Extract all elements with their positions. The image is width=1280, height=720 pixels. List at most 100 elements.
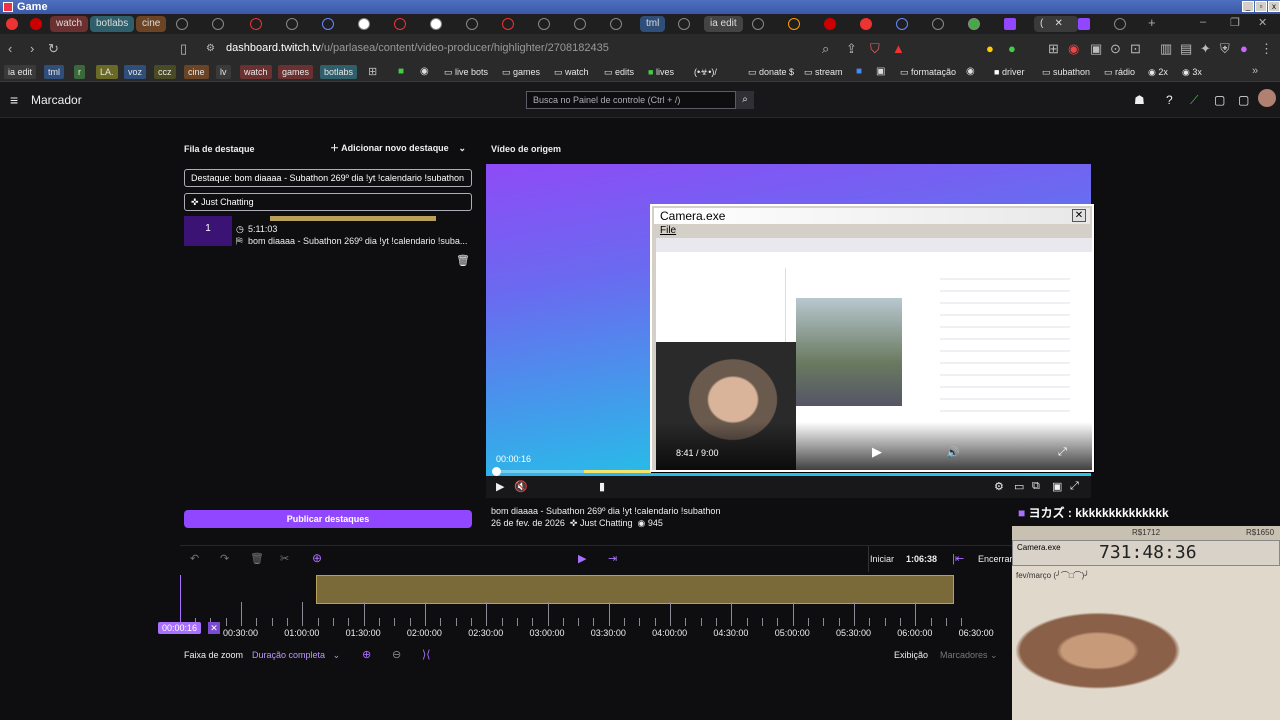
tab-cine[interactable]: cine	[136, 16, 167, 32]
wallet-icon[interactable]: ▤	[1180, 41, 1192, 57]
tab-watch[interactable]: watch	[50, 16, 89, 32]
bookmark-3x[interactable]: ◉ 3x	[1178, 65, 1206, 79]
timeline-play-icon[interactable]: ▶	[578, 552, 586, 565]
tab-favicon-icon[interactable]	[6, 18, 18, 30]
tab-icon[interactable]	[574, 18, 586, 30]
add-clip-icon[interactable]: ⊕	[312, 551, 322, 565]
theatre-mode-icon[interactable]: ▭	[1014, 480, 1024, 493]
url-field[interactable]: dashboard.twitch.tv/u/parlasea/content/v…	[226, 38, 846, 58]
vpn-icon[interactable]: ⛨	[1220, 41, 1230, 57]
delete-icon[interactable]: 🗑	[250, 552, 264, 565]
bookmark-cine[interactable]: cine	[184, 65, 209, 79]
sidebar-icon[interactable]: ▥	[1160, 41, 1172, 57]
maximize-button[interactable]: ▫	[1255, 1, 1267, 12]
clip-icon[interactable]: ▮	[599, 480, 605, 493]
zoom-out-icon[interactable]: ⊖	[392, 648, 401, 661]
tab-icon[interactable]	[176, 18, 188, 30]
tab-icon[interactable]	[358, 18, 370, 30]
tab-icon[interactable]	[286, 18, 298, 30]
zoom-in-icon[interactable]: ⊕	[362, 648, 371, 661]
bookmark-donate[interactable]: ▭ donate $	[744, 65, 798, 79]
tab-icon[interactable]	[932, 18, 944, 30]
bookmark-botlabs[interactable]: botlabs	[320, 65, 358, 79]
hamburger-menu-icon[interactable]: ≡	[10, 92, 18, 108]
tab-icon[interactable]	[538, 18, 550, 30]
redo-icon[interactable]: ↷	[220, 552, 229, 565]
tab-icon[interactable]	[678, 18, 690, 30]
add-highlight-button[interactable]: ＋ Adicionar novo destaque ⌄	[324, 138, 472, 158]
tab-icon[interactable]	[250, 18, 262, 30]
tab-icon[interactable]	[896, 18, 908, 30]
youtube-tab-icon[interactable]	[30, 18, 42, 30]
share-icon[interactable]: ⇪	[846, 41, 857, 57]
tab-icon[interactable]	[788, 18, 800, 30]
more-bookmarks-icon[interactable]: »	[1252, 65, 1258, 77]
avatar[interactable]	[1258, 89, 1276, 107]
skip-to-end-icon[interactable]: ⇥	[608, 552, 617, 565]
leo-icon[interactable]: ●	[1240, 41, 1248, 56]
notifications-icon[interactable]: ▢	[1214, 93, 1225, 107]
bookmark-icon[interactable]: ▯	[180, 41, 187, 57]
community-icon[interactable]: ☗	[1134, 93, 1145, 107]
tab-icon[interactable]	[466, 18, 478, 30]
bookmark-games[interactable]: games	[278, 65, 314, 79]
twitch-tab-icon[interactable]	[1004, 18, 1016, 30]
menu-icon[interactable]: ⋮	[1260, 41, 1273, 57]
twitch-tab-icon[interactable]	[1078, 18, 1090, 30]
bookmark-watch-folder[interactable]: ▭ watch	[550, 65, 593, 79]
tab-icon[interactable]	[752, 18, 764, 30]
bookmark-lv[interactable]: lv	[216, 65, 231, 79]
site-info-icon[interactable]: ⚙	[206, 43, 215, 54]
playhead-time[interactable]: 00:00:16	[158, 622, 202, 634]
highlight-item[interactable]: 1 ◷ 5:11:03 ⛿ bom diaaaa - Subathon 269º…	[184, 216, 472, 246]
minimize-button[interactable]: _	[1242, 1, 1254, 12]
bookmark-lives[interactable]: ■ lives	[644, 65, 678, 79]
close-window-button[interactable]: x	[1268, 1, 1280, 12]
settings-icon[interactable]: ⚙	[994, 480, 1004, 493]
minimize-icon[interactable]: –	[1200, 16, 1206, 28]
play-icon[interactable]: ▶	[496, 480, 504, 493]
set-start-icon[interactable]: |⇤	[952, 552, 964, 565]
bookmark-subathon[interactable]: ▭ subathon	[1038, 65, 1094, 79]
bookmark-radio[interactable]: ▭ rádio	[1100, 65, 1139, 79]
publish-highlights-button[interactable]: Publicar destaques	[184, 510, 472, 528]
dashboard-search-input[interactable]: Busca no Painel de controle (Ctrl + /)	[526, 91, 736, 109]
bookmark-watch[interactable]: watch	[240, 65, 272, 79]
new-tab-icon[interactable]: +	[1148, 15, 1156, 30]
bookmark-la[interactable]: LA.	[96, 65, 118, 79]
forward-icon[interactable]: ›	[30, 41, 34, 56]
scissors-icon[interactable]: ✂	[280, 552, 289, 565]
bookmark-r[interactable]: r	[74, 65, 85, 79]
bookmark-driver[interactable]: ■ driver	[990, 65, 1028, 79]
bookmark-ia-edit[interactable]: ia edit	[4, 65, 37, 79]
extension-icon[interactable]: ⊙	[1110, 41, 1121, 57]
playhead-marker-icon[interactable]: ✕	[208, 622, 220, 634]
bookmark-voz[interactable]: voz	[124, 65, 147, 79]
search-icon[interactable]: ⌕	[736, 91, 754, 109]
mute-icon[interactable]: 🔇	[514, 480, 528, 493]
extension-icon[interactable]: ◉	[1068, 41, 1079, 57]
extension-icon[interactable]: ●	[1008, 41, 1016, 56]
trash-icon[interactable]: 🗑	[456, 254, 470, 267]
bookmark-icon[interactable]: ◉	[420, 66, 429, 77]
tab-icon[interactable]	[430, 18, 442, 30]
bookmark-icon[interactable]: ◉	[966, 66, 975, 77]
tab-icon[interactable]	[968, 18, 980, 30]
bookmark-tml[interactable]: tml	[44, 65, 64, 79]
bookmark-icon[interactable]: ■	[398, 66, 404, 77]
bookmark-stream[interactable]: ▭ stream	[800, 65, 847, 79]
restore-icon[interactable]: ❐	[1230, 16, 1240, 29]
bookmark-icon[interactable]: ■	[856, 66, 862, 77]
tab-active[interactable]: ( ✕	[1034, 16, 1078, 32]
tab-icon[interactable]	[860, 18, 872, 30]
tab-botlabs[interactable]: botlabs	[90, 16, 135, 32]
tab-icon[interactable]	[824, 18, 836, 30]
markers-select[interactable]: Marcadores ⌄	[940, 650, 998, 661]
extension-icon[interactable]: ✦	[1200, 41, 1211, 57]
tab-icon[interactable]	[322, 18, 334, 30]
back-icon[interactable]: ‹	[8, 41, 12, 56]
bookmark-2x[interactable]: ◉ 2x	[1144, 65, 1172, 79]
bookmark-emoticon[interactable]: (•☣•)/	[690, 65, 721, 79]
bookmark-icon[interactable]: ▣	[876, 66, 885, 77]
creator-tools-icon[interactable]: ⟋	[1190, 93, 1198, 108]
